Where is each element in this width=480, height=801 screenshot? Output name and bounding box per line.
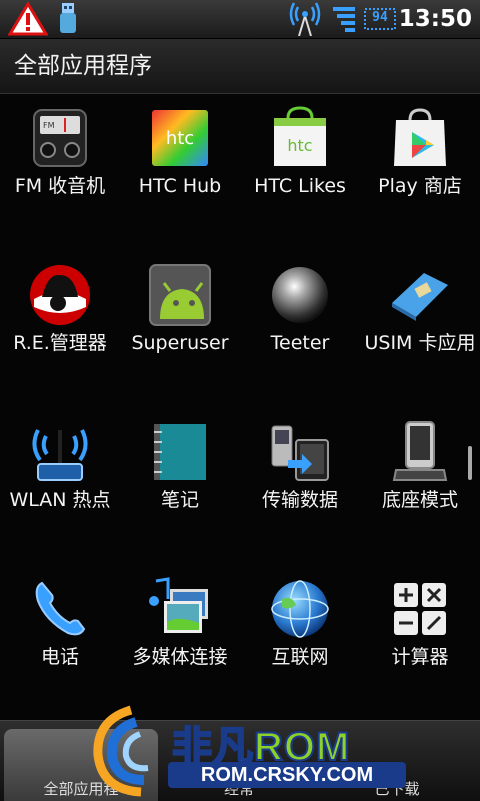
wlan-hotspot-icon [32, 429, 88, 481]
dock-icon [392, 421, 448, 481]
globe-icon [271, 580, 329, 638]
transfer-icon [271, 425, 329, 481]
app-teeter[interactable]: Teeter [240, 251, 360, 391]
app-label: USIM 卡应用 [364, 332, 476, 354]
app-play-store[interactable]: Play 商店 [360, 94, 480, 234]
app-htc-likes[interactable]: htc HTC Likes [240, 94, 360, 234]
app-superuser[interactable]: Superuser [120, 251, 240, 391]
scrollbar[interactable] [468, 446, 472, 480]
htc-hub-icon: htc [152, 110, 208, 166]
svg-text:htc: htc [287, 136, 312, 155]
svg-text:FM: FM [43, 121, 55, 130]
sim-card-icon [392, 273, 448, 321]
app-internet[interactable]: 互联网 [240, 565, 360, 705]
app-label: 笔记 [160, 489, 199, 511]
app-label: 互联网 [271, 646, 329, 668]
app-label: HTC Hub [138, 175, 222, 197]
swirl-logo-icon [93, 705, 149, 797]
android-icon [149, 264, 211, 326]
app-label: Teeter [270, 332, 330, 354]
app-usim[interactable]: USIM 卡应用 [360, 251, 480, 391]
calculator-icon [394, 583, 446, 635]
app-label: FM 收音机 [14, 175, 106, 197]
app-htc-hub[interactable]: htc HTC Hub [120, 94, 240, 234]
title-bar: 全部应用程序 [0, 39, 480, 94]
app-dock-mode[interactable]: 底座模式 [360, 408, 480, 548]
app-fm-radio[interactable]: FM FM 收音机 [0, 94, 120, 234]
app-grid: FM FM 收音机 htc HTC Hub htc HTC Likes Play… [0, 94, 480, 720]
clock: 13:50 [398, 6, 472, 32]
page-title: 全部应用程序 [14, 53, 152, 79]
app-notes[interactable]: 笔记 [120, 408, 240, 548]
svg-text:htc: htc [166, 128, 194, 149]
battery-level: 94 [372, 10, 388, 25]
ball-icon [272, 267, 328, 323]
redhat-icon [30, 265, 90, 325]
app-label: 传输数据 [261, 489, 338, 511]
signal-icon [289, 2, 321, 36]
app-label: Superuser [131, 332, 229, 354]
app-label: R.E.管理器 [13, 332, 107, 354]
app-label: 底座模式 [381, 489, 458, 511]
watermark-url: ROM.CRSKY.COM [168, 762, 406, 788]
app-wlan-hotspot[interactable]: WLAN 热点 [0, 408, 120, 548]
warning-icon [8, 2, 48, 36]
notebook-icon [154, 424, 206, 480]
phone-icon [35, 581, 86, 636]
fm-radio-icon: FM [33, 109, 87, 167]
app-label: Play 商店 [378, 175, 462, 197]
status-bar: 94 13:50 [0, 0, 480, 39]
app-label: HTC Likes [254, 175, 346, 197]
media-connect-icon [149, 577, 208, 633]
app-media-connect[interactable]: 多媒体连接 [120, 565, 240, 705]
app-calculator[interactable]: 计算器 [360, 565, 480, 705]
app-transfer-data[interactable]: 传输数据 [240, 408, 360, 548]
app-label: 计算器 [391, 646, 449, 668]
app-re-manager[interactable]: R.E.管理器 [0, 251, 120, 391]
watermark-logo: 非凡ROM ROM.CRSKY.COM [86, 700, 406, 800]
app-label: WLAN 热点 [9, 489, 111, 511]
app-label: 电话 [40, 646, 79, 668]
app-label: 多媒体连接 [132, 646, 228, 668]
play-store-icon [394, 108, 446, 166]
wifi-icon [333, 7, 355, 32]
app-phone[interactable]: 电话 [0, 565, 120, 705]
htc-likes-icon: htc [274, 106, 326, 166]
usb-icon [60, 3, 76, 33]
